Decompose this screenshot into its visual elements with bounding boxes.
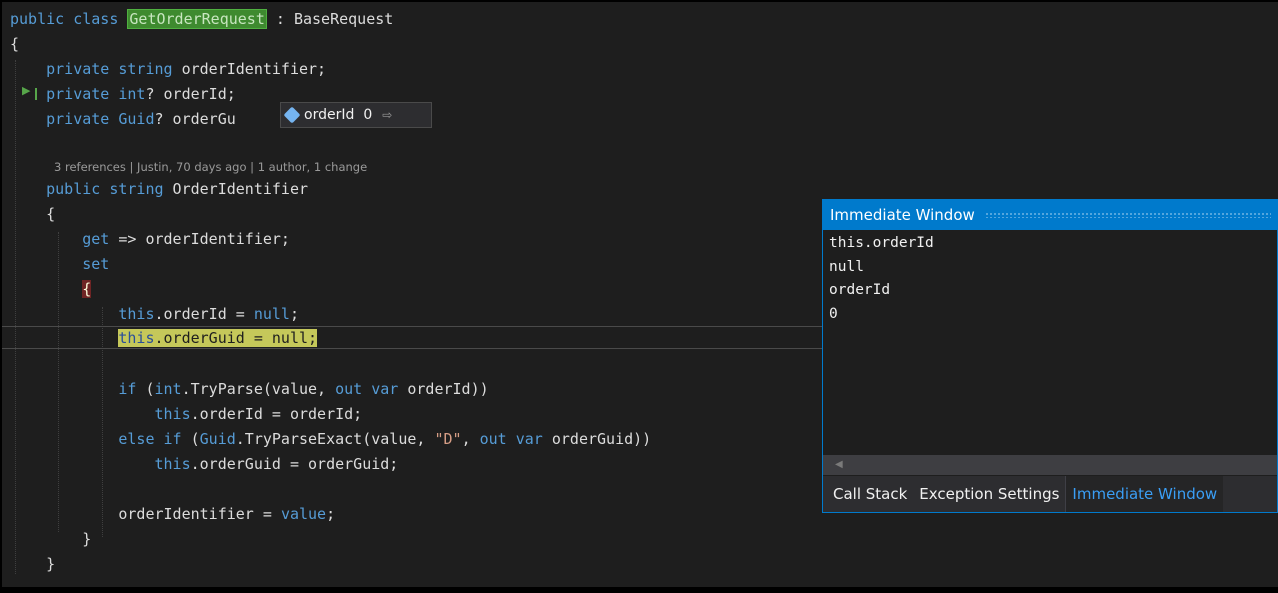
breakpoint-brace: {	[82, 280, 92, 298]
code-line[interactable]: private Guid? orderGu	[10, 107, 236, 131]
code-line[interactable]: get => orderIdentifier;	[10, 227, 290, 251]
horizontal-scrollbar[interactable]: ◀	[823, 455, 1277, 475]
code-line[interactable]: public string OrderIdentifier	[10, 177, 308, 201]
code-line[interactable]: if (int.TryParse(value, out var orderId)…	[10, 377, 488, 401]
immediate-line: 0	[829, 305, 838, 322]
code-line[interactable]: orderIdentifier = value;	[10, 502, 335, 526]
tab-immediate-window[interactable]: Immediate Window	[1065, 476, 1224, 512]
immediate-line: orderId	[829, 282, 891, 298]
code-line[interactable]: {	[10, 277, 92, 301]
tab-call-stack[interactable]: Call Stack	[823, 476, 913, 512]
code-line[interactable]: this.orderGuid = orderGuid;	[10, 452, 399, 476]
immediate-window-title: Immediate Window	[830, 206, 975, 224]
code-line-current[interactable]: this.orderGuid = null;	[10, 326, 318, 350]
immediate-line: null	[829, 258, 864, 275]
code-line[interactable]: }	[10, 527, 91, 551]
immediate-line: this.orderId	[829, 235, 934, 251]
tab-exception-settings[interactable]: Exception Settings	[913, 476, 1065, 512]
titlebar-grip[interactable]	[984, 212, 1271, 218]
pin-icon[interactable]: ⇨	[382, 108, 392, 122]
code-line[interactable]: private string orderIdentifier;	[10, 57, 326, 81]
code-line[interactable]: this.orderId = orderId;	[10, 402, 363, 426]
code-line[interactable]: private int? orderId;	[10, 82, 236, 106]
code-line[interactable]: set	[10, 252, 109, 276]
datatip-value[interactable]: 0	[363, 107, 372, 123]
tool-window-tabs: Call Stack Exception Settings Immediate …	[823, 476, 1277, 512]
immediate-window-panel[interactable]: Immediate Window this.orderId null orderId…	[822, 199, 1278, 513]
debugger-datatip[interactable]: orderId 0 ⇨	[280, 102, 432, 128]
code-line[interactable]: else if (Guid.TryParseExact(value, "D", …	[10, 427, 651, 451]
code-line[interactable]: {	[10, 32, 19, 56]
code-line[interactable]: {	[10, 202, 55, 226]
codelens-info[interactable]: 3 references | Justin, 70 days ago | 1 a…	[54, 158, 367, 176]
immediate-window-output[interactable]: this.orderId null orderId 0	[829, 232, 934, 326]
highlighted-class-name: GetOrderRequest	[127, 9, 267, 29]
code-line[interactable]: }	[10, 552, 55, 576]
field-icon	[283, 106, 301, 124]
immediate-window-titlebar[interactable]: Immediate Window	[823, 200, 1277, 230]
execution-highlight: this.orderGuid = null;	[118, 329, 318, 347]
datatip-name: orderId	[304, 107, 355, 123]
code-line[interactable]: this.orderId = null;	[10, 302, 299, 326]
code-line[interactable]: public class GetOrderRequest : BaseReque…	[10, 7, 393, 31]
scroll-left-icon[interactable]: ◀	[835, 459, 843, 470]
